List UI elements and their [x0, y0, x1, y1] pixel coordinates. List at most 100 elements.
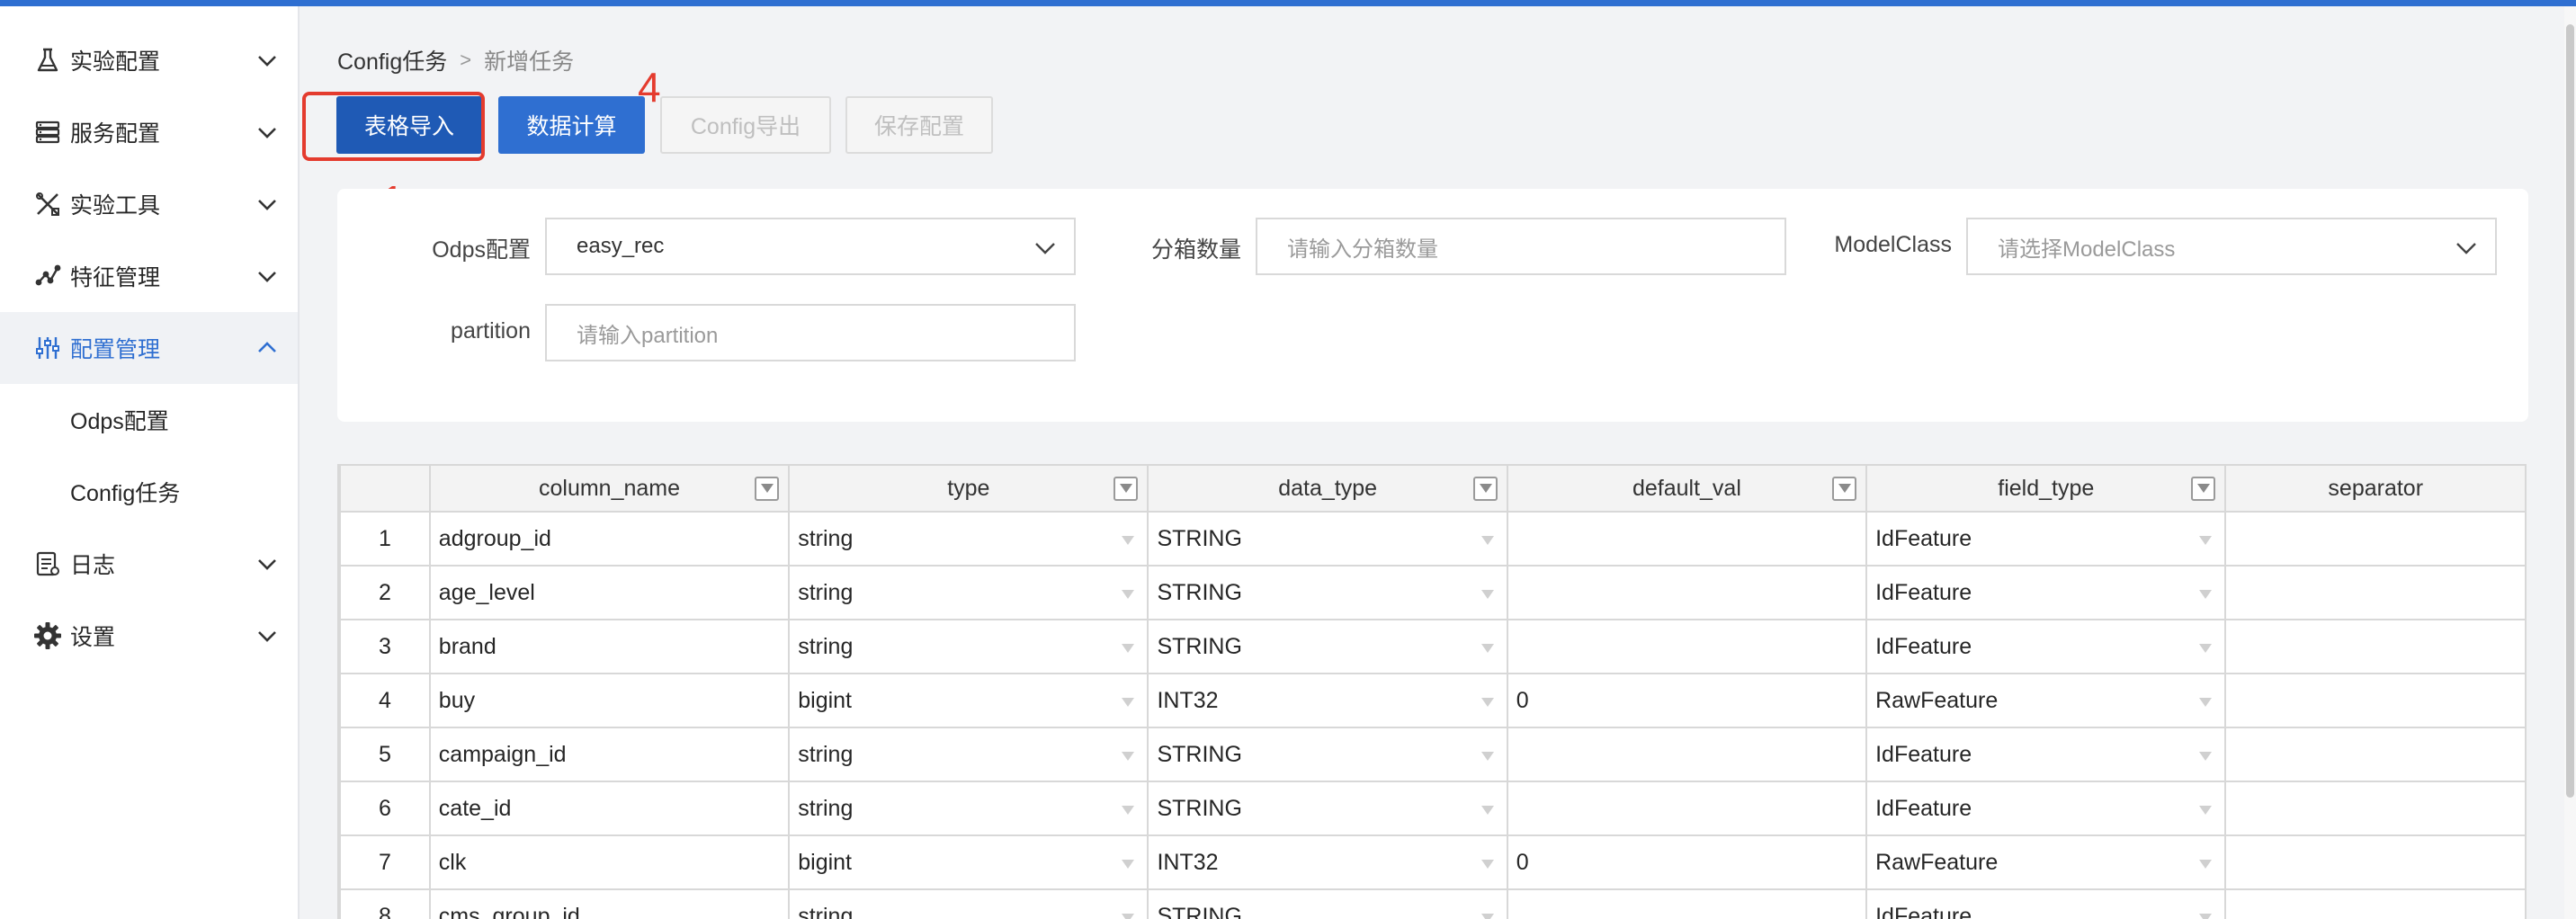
cell-dropdown-icon[interactable] — [2199, 590, 2213, 599]
table-cell[interactable]: clk — [428, 834, 791, 890]
table-cell[interactable]: STRING — [1147, 727, 1508, 782]
table-cell[interactable]: age_level — [428, 565, 791, 620]
cell-dropdown-icon[interactable] — [1480, 536, 1494, 545]
cell-dropdown-icon[interactable] — [2199, 698, 2213, 707]
cell-dropdown-icon[interactable] — [1122, 860, 1135, 869]
table-cell[interactable] — [1506, 727, 1868, 782]
data-compute-button[interactable]: 数据计算 — [498, 96, 645, 154]
cell-dropdown-icon[interactable] — [1122, 752, 1135, 761]
table-cell[interactable]: adgroup_id — [428, 511, 791, 567]
sidebar-item-service-config[interactable]: 服务配置 — [0, 96, 298, 168]
sidebar-item-logs[interactable]: 日志 — [0, 528, 298, 600]
cell-dropdown-icon[interactable] — [2199, 914, 2213, 919]
filter-icon[interactable] — [755, 477, 780, 501]
table-cell[interactable] — [2224, 888, 2527, 919]
table-cell[interactable]: IdFeature — [1865, 888, 2227, 919]
table-cell[interactable] — [2224, 511, 2527, 567]
column-header[interactable]: default_val — [1506, 464, 1868, 513]
table-cell[interactable]: STRING — [1147, 888, 1508, 919]
partition-input[interactable]: 请输入partition — [545, 304, 1076, 361]
table-cell[interactable]: buy — [428, 673, 791, 728]
table-cell[interactable]: INT32 — [1147, 834, 1508, 890]
column-header[interactable]: field_type — [1865, 464, 2227, 513]
sidebar-subitem-odps-config[interactable]: Odps配置 — [0, 384, 298, 456]
cell-dropdown-icon[interactable] — [2199, 860, 2213, 869]
table-cell[interactable] — [2224, 727, 2527, 782]
table-cell[interactable]: IdFeature — [1865, 565, 2227, 620]
table-cell[interactable]: bigint — [788, 834, 1149, 890]
cell-dropdown-icon[interactable] — [2199, 536, 2213, 545]
cell-dropdown-icon[interactable] — [1480, 590, 1494, 599]
column-header[interactable]: type — [788, 464, 1149, 513]
sidebar-item-experiment-config[interactable]: 实验配置 — [0, 24, 298, 96]
table-cell[interactable]: IdFeature — [1865, 619, 2227, 674]
cell-dropdown-icon[interactable] — [1480, 752, 1494, 761]
table-cell[interactable]: bigint — [788, 673, 1149, 728]
table-cell[interactable]: campaign_id — [428, 727, 791, 782]
cell-dropdown-icon[interactable] — [2199, 806, 2213, 815]
cell-dropdown-icon[interactable] — [1122, 590, 1135, 599]
table-cell[interactable]: string — [788, 888, 1149, 919]
table-cell[interactable]: STRING — [1147, 619, 1508, 674]
cell-dropdown-icon[interactable] — [1122, 536, 1135, 545]
filter-icon[interactable] — [2191, 477, 2216, 501]
table-cell[interactable] — [1506, 511, 1868, 567]
table-cell[interactable] — [2224, 781, 2527, 836]
filter-icon[interactable] — [1472, 477, 1498, 501]
sidebar-subitem-config-task[interactable]: Config任务 — [0, 456, 298, 528]
cell-dropdown-icon[interactable] — [1480, 698, 1494, 707]
cell-dropdown-icon[interactable] — [1122, 698, 1135, 707]
sidebar-item-experiment-tools[interactable]: 实验工具 — [0, 168, 298, 240]
table-cell[interactable]: RawFeature — [1865, 834, 2227, 890]
cell-dropdown-icon[interactable] — [1480, 914, 1494, 919]
table-cell[interactable]: cate_id — [428, 781, 791, 836]
config-export-button[interactable]: Config导出 — [660, 96, 831, 154]
table-cell[interactable]: INT32 — [1147, 673, 1508, 728]
bins-input[interactable]: 请输入分箱数量 — [1256, 218, 1786, 275]
filter-icon[interactable] — [1832, 477, 1857, 501]
table-cell[interactable]: string — [788, 781, 1149, 836]
cell-dropdown-icon[interactable] — [2199, 752, 2213, 761]
table-cell[interactable] — [1506, 619, 1868, 674]
filter-icon[interactable] — [1114, 477, 1139, 501]
table-cell[interactable] — [2224, 565, 2527, 620]
sidebar-item-settings[interactable]: 设置 — [0, 600, 298, 672]
table-cell[interactable]: STRING — [1147, 565, 1508, 620]
scrollbar-thumb[interactable] — [2566, 24, 2574, 798]
cell-dropdown-icon[interactable] — [1122, 644, 1135, 653]
table-cell[interactable] — [2224, 673, 2527, 728]
odps-select[interactable]: easy_rec — [545, 218, 1076, 275]
table-cell[interactable]: string — [788, 619, 1149, 674]
cell-dropdown-icon[interactable] — [2199, 644, 2213, 653]
sidebar-item-config-management[interactable]: 配置管理 — [0, 312, 298, 384]
column-header[interactable]: separator — [2224, 464, 2527, 513]
table-cell[interactable]: STRING — [1147, 511, 1508, 567]
table-cell[interactable]: 0 — [1506, 834, 1868, 890]
table-cell[interactable] — [1506, 781, 1868, 836]
table-cell[interactable] — [2224, 834, 2527, 890]
table-cell[interactable]: cms_group_id — [428, 888, 791, 919]
table-cell[interactable]: RawFeature — [1865, 673, 2227, 728]
table-cell[interactable]: STRING — [1147, 781, 1508, 836]
table-cell[interactable] — [1506, 888, 1868, 919]
column-header[interactable]: data_type — [1147, 464, 1508, 513]
table-cell[interactable]: string — [788, 727, 1149, 782]
table-cell[interactable] — [2224, 619, 2527, 674]
breadcrumb-root-link[interactable]: Config任务 — [337, 44, 447, 76]
cell-dropdown-icon[interactable] — [1480, 860, 1494, 869]
table-cell[interactable]: brand — [428, 619, 791, 674]
page-scrollbar[interactable] — [2564, 6, 2576, 919]
cell-dropdown-icon[interactable] — [1480, 806, 1494, 815]
table-cell[interactable]: string — [788, 511, 1149, 567]
table-cell[interactable]: IdFeature — [1865, 781, 2227, 836]
cell-dropdown-icon[interactable] — [1122, 806, 1135, 815]
cell-dropdown-icon[interactable] — [1122, 914, 1135, 919]
cell-dropdown-icon[interactable] — [1480, 644, 1494, 653]
model-class-select[interactable]: 请选择ModelClass — [1966, 218, 2497, 275]
table-cell[interactable]: 0 — [1506, 673, 1868, 728]
table-cell[interactable]: IdFeature — [1865, 727, 2227, 782]
column-header[interactable]: column_name — [428, 464, 791, 513]
save-config-button[interactable]: 保存配置 — [845, 96, 993, 154]
table-cell[interactable] — [1506, 565, 1868, 620]
sidebar-item-feature-management[interactable]: 特征管理 — [0, 240, 298, 312]
